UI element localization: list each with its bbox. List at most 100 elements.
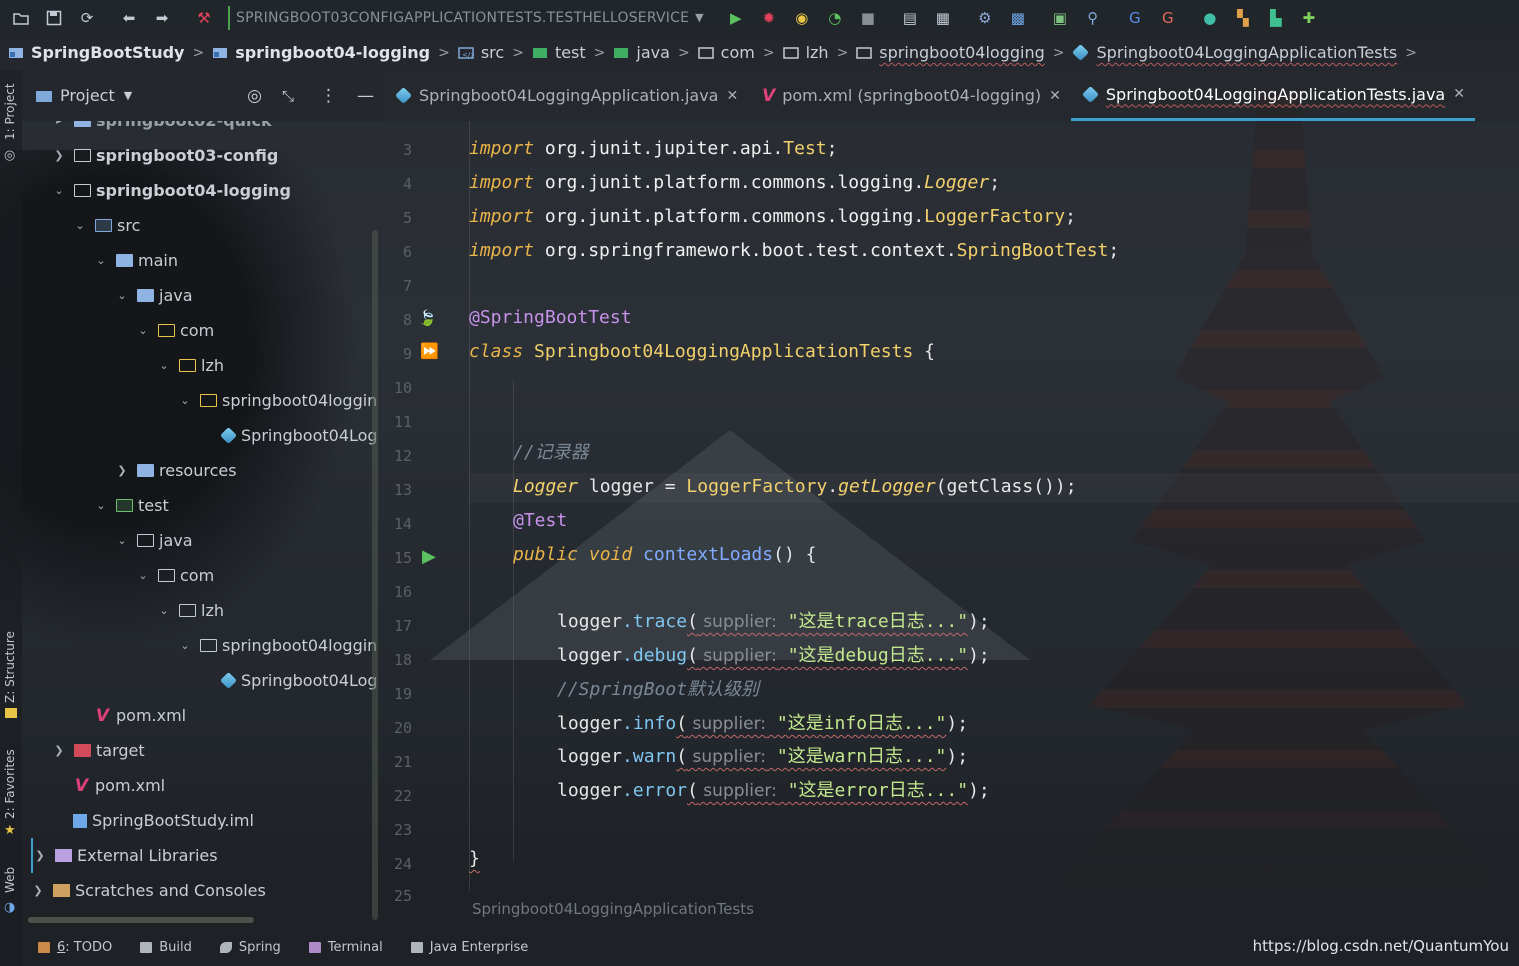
breadcrumb-item-src[interactable]: </> src >: [458, 43, 532, 62]
sdk-manager-icon[interactable]: ▦: [931, 6, 955, 30]
tool-window-favorites[interactable]: 2: Favorites: [3, 749, 17, 819]
tree-item-module-pom[interactable]: V pom.xml: [94, 698, 186, 733]
layout-icon[interactable]: ▩: [1006, 6, 1030, 30]
chevron-down-icon: ⌄: [138, 324, 148, 337]
tree-item-test-java[interactable]: ⌄ java: [115, 523, 192, 558]
breadcrumb-item-project[interactable]: SpringBootStudy >: [8, 43, 212, 62]
tree-item-target[interactable]: ❯ target: [52, 733, 144, 768]
tool-window-java-enterprise[interactable]: Java Enterprise: [410, 940, 528, 955]
tree-item-springboot02-quick[interactable]: ▸ springboot02-quick: [52, 121, 272, 138]
tree-item-external-libraries[interactable]: ❯ External Libraries: [31, 838, 218, 873]
tool-window-terminal[interactable]: Terminal: [308, 940, 383, 955]
hide-panel-icon[interactable]: —: [357, 86, 374, 106]
tree-item-main-package[interactable]: ⌄ springboot04logging: [178, 383, 377, 418]
editor-tabs: Springboot04LoggingApplication.java ✕ V …: [384, 70, 1519, 121]
spring-bean-icon[interactable]: 🍃: [418, 309, 437, 327]
line-number: 3: [402, 141, 412, 159]
tree-item-springboot04-logging[interactable]: ⌄ springboot04-logging: [52, 173, 291, 208]
chevron-down-icon: ▼: [123, 89, 133, 102]
editor-gutter: 3 4 5 6 7 8 9 10 11 12 13 14 15 16 17 18…: [384, 121, 469, 905]
collapse-all-icon[interactable]: ⤡: [282, 87, 294, 105]
plugin-b-icon[interactable]: ▚: [1231, 6, 1255, 30]
chevron-down-icon: ⌄: [117, 534, 127, 547]
tree-item-resources[interactable]: ❯ resources: [115, 453, 236, 488]
plugin-c-icon[interactable]: ▙: [1264, 6, 1288, 30]
run-coverage-icon[interactable]: ◉: [790, 6, 814, 30]
breadcrumb-item-package[interactable]: springboot04logging >: [856, 43, 1072, 62]
breadcrumb-item-test[interactable]: test >: [532, 43, 613, 62]
tab-pom-xml[interactable]: V pom.xml (springboot04-logging) ✕: [748, 70, 1071, 121]
chevron-down-icon: ⌄: [159, 359, 169, 372]
sync-icon[interactable]: ⟳: [75, 6, 99, 30]
project-structure-icon[interactable]: ▤: [898, 6, 922, 30]
tree-item-main-lzh[interactable]: ⌄ lzh: [157, 348, 224, 383]
line-number: 5: [402, 209, 412, 227]
breadcrumb-item-module[interactable]: springboot04-logging >: [212, 43, 458, 62]
chevron-down-icon: ⌄: [180, 639, 190, 652]
run-tests-icon[interactable]: ⏩: [420, 342, 439, 360]
forward-icon[interactable]: ➡: [150, 6, 174, 30]
profile-icon[interactable]: ◔: [823, 6, 847, 30]
line-number: 25: [393, 887, 412, 905]
back-icon[interactable]: ⬅: [117, 6, 141, 30]
breadcrumb-item-class[interactable]: Springboot04LoggingApplicationTests >: [1071, 43, 1425, 62]
run-icon[interactable]: ▶: [724, 6, 748, 30]
breadcrumb-item-java[interactable]: java >: [613, 43, 697, 62]
tree-item-main-java[interactable]: ⌄ java: [115, 278, 192, 313]
project-horizontal-scrollbar[interactable]: [28, 917, 254, 923]
tree-item-main-class[interactable]: Springboot04Logg: [220, 418, 377, 453]
terminal-icon[interactable]: ▣: [1048, 6, 1072, 30]
tree-item-scratches[interactable]: ❯ Scratches and Consoles: [31, 873, 265, 908]
plugins-icon[interactable]: ✚: [1297, 6, 1321, 30]
tool-window-web[interactable]: Web: [3, 867, 17, 893]
google-translate-icon[interactable]: G: [1123, 6, 1147, 30]
breadcrumb-item-com[interactable]: com >: [697, 43, 783, 62]
tree-item-src[interactable]: ⌄ src: [73, 208, 140, 243]
locate-file-icon[interactable]: ◎: [247, 86, 262, 106]
tool-window-project[interactable]: 1: Project: [3, 83, 17, 140]
breadcrumb-item-lzh[interactable]: lzh >: [782, 43, 857, 62]
close-icon[interactable]: ✕: [1049, 88, 1061, 104]
tree-item-springboot03-config[interactable]: ❯ springboot03-config: [52, 138, 278, 173]
stop-icon[interactable]: ■: [856, 6, 880, 30]
settings-icon[interactable]: ⚙: [973, 6, 997, 30]
tool-window-build[interactable]: Build: [140, 940, 192, 955]
plugin-a-icon[interactable]: ●: [1198, 6, 1222, 30]
package-icon: [158, 324, 175, 337]
editor-footer-breadcrumb[interactable]: Springboot04LoggingApplicationTests: [472, 900, 754, 918]
run-test-icon[interactable]: ▶: [422, 546, 436, 567]
tab-springboot04-logging-application[interactable]: Springboot04LoggingApplication.java ✕: [384, 70, 748, 121]
code-line-24: }: [469, 848, 480, 869]
options-icon[interactable]: ⋮: [320, 86, 337, 106]
project-view-selector[interactable]: Project ▼: [35, 86, 132, 105]
translate-icon[interactable]: G: [1156, 6, 1180, 30]
chevron-down-icon: ⌄: [96, 254, 106, 267]
line-number: 10: [393, 379, 412, 397]
tool-window-spring[interactable]: Spring: [219, 940, 281, 955]
run-configuration-select[interactable]: SPRINGBOOT03CONFIGAPPLICATIONTESTS.TESTH…: [228, 5, 710, 30]
close-icon[interactable]: ✕: [1453, 86, 1465, 102]
open-folder-icon[interactable]: [9, 6, 33, 30]
line-number: 7: [402, 277, 412, 295]
tree-item-main[interactable]: ⌄ main: [94, 243, 178, 278]
tab-springboot04-logging-application-tests[interactable]: Springboot04LoggingApplicationTests.java…: [1070, 70, 1475, 121]
tree-item-iml[interactable]: SpringBootStudy.iml: [73, 803, 254, 838]
project-vertical-scrollbar[interactable]: [372, 230, 378, 920]
tool-window-structure[interactable]: Z: Structure: [3, 631, 17, 703]
close-icon[interactable]: ✕: [726, 88, 738, 104]
tree-item-test-class[interactable]: Springboot04Logg: [220, 663, 377, 698]
tree-item-test-com[interactable]: ⌄ com: [136, 558, 214, 593]
tree-item-test[interactable]: ⌄ test: [94, 488, 168, 523]
line-number: 6: [402, 243, 412, 261]
save-icon[interactable]: [42, 6, 66, 30]
tree-item-test-package[interactable]: ⌄ springboot04logging: [178, 628, 377, 663]
code-editor[interactable]: import org.junit.jupiter.api.Test; impor…: [469, 121, 1519, 901]
search-icon[interactable]: ⚲: [1081, 6, 1105, 30]
tree-item-root-pom[interactable]: V pom.xml: [73, 768, 165, 803]
test-folder-icon: [116, 499, 133, 512]
tree-item-main-com[interactable]: ⌄ com: [136, 313, 214, 348]
debug-icon[interactable]: ✹: [757, 6, 781, 30]
tree-item-test-lzh[interactable]: ⌄ lzh: [157, 593, 224, 628]
build-hammer-icon[interactable]: ⚒: [192, 6, 216, 30]
tool-window-todo[interactable]: 6: TODO: [38, 940, 112, 955]
